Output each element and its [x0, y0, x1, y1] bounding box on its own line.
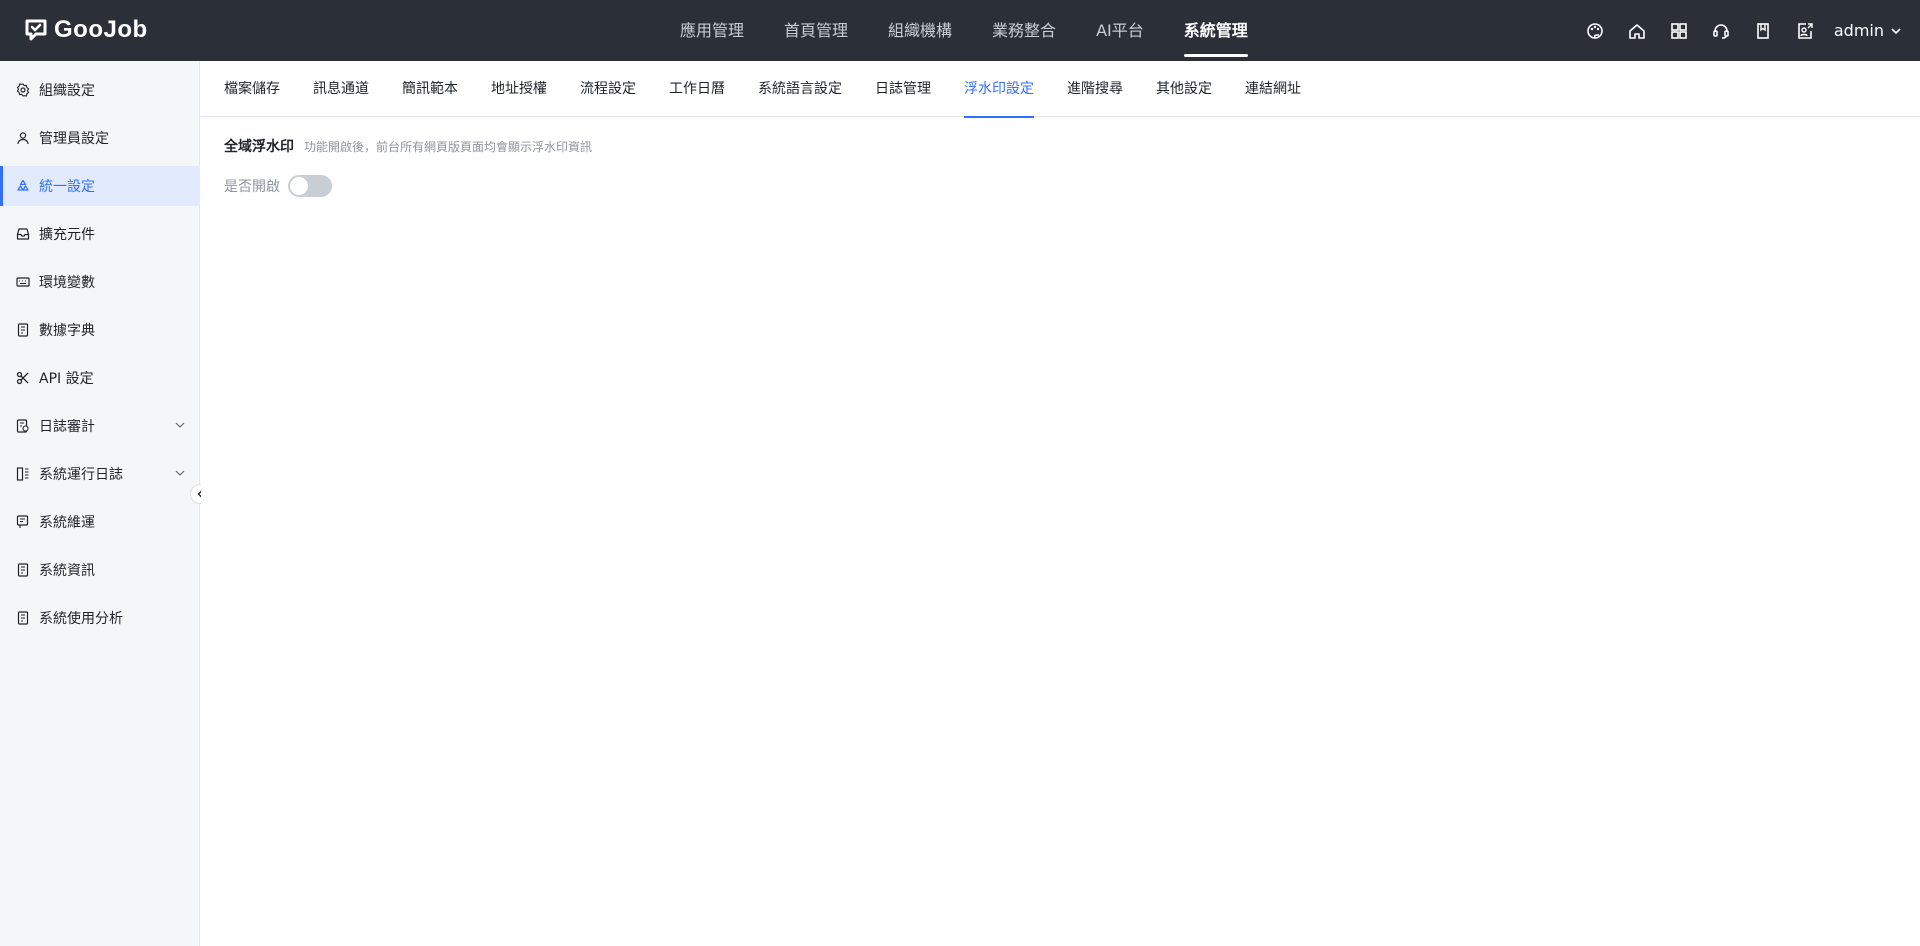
- sidebar-item-extensions[interactable]: 擴充元件: [0, 214, 200, 254]
- sidebar-item-label: 系統資訊: [39, 563, 95, 579]
- tab-language-settings[interactable]: 系統語言設定: [758, 61, 842, 117]
- scissors-icon: [16, 371, 30, 385]
- support-headset-icon[interactable]: [1700, 0, 1742, 61]
- sidebar-item-unified-settings[interactable]: 統一設定: [0, 166, 200, 206]
- analytics-doc-icon: [16, 611, 30, 625]
- user-icon: [16, 131, 30, 145]
- tab-workflow-settings[interactable]: 流程設定: [580, 61, 636, 117]
- sidebar-item-label: 組織設定: [39, 83, 95, 99]
- home-icon[interactable]: [1616, 0, 1658, 61]
- topnav-ai-platform[interactable]: AI平台: [1076, 0, 1164, 61]
- user-menu[interactable]: admin: [1834, 21, 1902, 40]
- watermark-enable-switch[interactable]: [288, 175, 332, 197]
- audit-log-icon: [16, 419, 30, 433]
- sidebar-item-label: 擴充元件: [39, 227, 95, 243]
- username: admin: [1833, 21, 1884, 40]
- sidebar-item-api-settings[interactable]: API 設定: [0, 358, 200, 398]
- header-toolbar: admin: [1574, 0, 1902, 61]
- section-title: 全域浮水印: [224, 139, 294, 155]
- sidebar-item-label: 系統運行日誌: [39, 467, 123, 483]
- sidebar-item-usage-analytics[interactable]: 系統使用分析: [0, 598, 200, 638]
- tab-file-storage[interactable]: 檔案儲存: [224, 61, 280, 117]
- sidebar-item-system-info[interactable]: 系統資訊: [0, 550, 200, 590]
- info-doc-icon: [16, 563, 30, 577]
- topnav-business-integration[interactable]: 業務整合: [972, 0, 1076, 61]
- sidebar-item-admin-settings[interactable]: 管理員設定: [0, 118, 200, 158]
- sidebar-item-system-maintenance[interactable]: 系統維運: [0, 502, 200, 542]
- palette-icon[interactable]: [1574, 0, 1616, 61]
- topnav-system-management[interactable]: 系統管理: [1164, 0, 1268, 61]
- sidebar-item-system-run-log[interactable]: 系統運行日誌: [0, 454, 200, 494]
- tab-link-url[interactable]: 連結網址: [1245, 61, 1301, 117]
- recycle-icon: [16, 179, 30, 193]
- top-header: GooJob 應用管理 首頁管理 組織機構 業務整合 AI平台 系統管理 adm…: [0, 0, 1920, 61]
- toggle-label: 是否開啟: [224, 179, 280, 195]
- top-nav: 應用管理 首頁管理 組織機構 業務整合 AI平台 系統管理: [660, 0, 1268, 61]
- sidebar-item-label: API 設定: [39, 371, 94, 387]
- sidebar-item-label: 系統使用分析: [39, 611, 123, 627]
- tab-address-authorization[interactable]: 地址授權: [491, 61, 547, 117]
- tab-watermark-settings[interactable]: 浮水印設定: [964, 61, 1034, 118]
- sidebar-item-label: 環境變數: [39, 275, 95, 291]
- tab-work-calendar[interactable]: 工作日曆: [669, 61, 725, 117]
- sidebar-item-org-settings[interactable]: 組織設定: [0, 70, 200, 110]
- grid-apps-icon[interactable]: [1658, 0, 1700, 61]
- logo-icon: [25, 19, 47, 41]
- topnav-app-management[interactable]: 應用管理: [660, 0, 764, 61]
- watermark-toggle-row: 是否開啟: [224, 175, 332, 197]
- book-icon[interactable]: [1742, 0, 1784, 61]
- maintenance-icon: [16, 515, 30, 529]
- tab-advanced-search[interactable]: 進階搜尋: [1067, 61, 1123, 117]
- sidebar-item-data-dictionary[interactable]: 數據字典: [0, 310, 200, 350]
- tab-log-management[interactable]: 日誌管理: [875, 61, 931, 117]
- chevron-down-icon: [1891, 27, 1901, 34]
- sidebar-item-log-audit[interactable]: 日誌審計: [0, 406, 200, 446]
- user-external-icon[interactable]: [1784, 0, 1826, 61]
- tab-sms-template[interactable]: 簡訊範本: [402, 61, 458, 117]
- inbox-icon: [16, 227, 30, 241]
- tab-message-channel[interactable]: 訊息通道: [313, 61, 369, 117]
- switch-knob: [290, 177, 308, 195]
- keyboard-icon: [16, 275, 30, 289]
- chevron-down-icon[interactable]: [174, 467, 186, 479]
- watermark-section-header: 全域浮水印 功能開啟後，前台所有網頁版頁面均會顯示浮水印資訊: [224, 136, 592, 156]
- section-description: 功能開啟後，前台所有網頁版頁面均會顯示浮水印資訊: [304, 140, 593, 154]
- sidebar-item-env-variables[interactable]: 環境變數: [0, 262, 200, 302]
- tab-other-settings[interactable]: 其他設定: [1156, 61, 1212, 117]
- book-icon: [16, 323, 30, 337]
- settings-tabs: 檔案儲存 訊息通道 簡訊範本 地址授權 流程設定 工作日曆 系統語言設定 日誌管…: [201, 61, 1920, 118]
- log-list-icon: [16, 467, 30, 481]
- sidebar-item-label: 管理員設定: [39, 131, 109, 147]
- logo-text: GooJob: [54, 16, 148, 43]
- topnav-home-management[interactable]: 首頁管理: [764, 0, 868, 61]
- sidebar-item-label: 系統維運: [39, 515, 95, 531]
- sidebar-item-label: 統一設定: [39, 179, 95, 195]
- topnav-organization[interactable]: 組織機構: [868, 0, 972, 61]
- sidebar: 組織設定 管理員設定 統一設定 擴充元件 環境變數 數據字典 API 設定 日誌…: [0, 61, 200, 946]
- main-content: 檔案儲存 訊息通道 簡訊範本 地址授權 流程設定 工作日曆 系統語言設定 日誌管…: [201, 61, 1920, 946]
- gear-icon: [16, 83, 30, 97]
- chevron-down-icon[interactable]: [174, 419, 186, 431]
- sidebar-item-label: 日誌審計: [39, 419, 95, 435]
- logo[interactable]: GooJob: [24, 16, 148, 44]
- sidebar-item-label: 數據字典: [39, 323, 95, 339]
